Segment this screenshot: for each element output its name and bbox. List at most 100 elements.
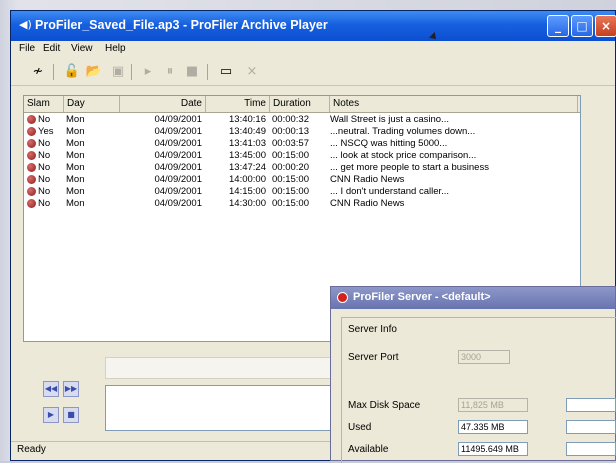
- table-row[interactable]: Yes Mon 04/09/2001 13:40:49 00:00:13 ...neutr…: [24, 126, 580, 138]
- window-title: ProFiler_Saved_File.ap3 - ProFiler Archi…: [35, 18, 328, 32]
- cell-notes: CNN Radio News: [330, 174, 405, 185]
- play-button-icon[interactable]: ▶: [43, 407, 59, 423]
- cell-notes: ...neutral. Trading volumes down...: [330, 126, 476, 137]
- available-extra-field[interactable]: [566, 442, 616, 456]
- cell-time: 14:30:00: [229, 198, 266, 209]
- cell-slam: No: [38, 150, 51, 161]
- table-row[interactable]: No Mon 04/09/2001 14:15:00 00:15:00 ... I don…: [24, 186, 580, 198]
- cell-day: Mon: [66, 162, 85, 173]
- cell-day: Mon: [66, 150, 85, 161]
- used-field: 47.335 MB: [458, 420, 528, 434]
- cell-slam: No: [38, 114, 51, 125]
- column-header-duration[interactable]: Duration: [270, 96, 330, 112]
- available-label: Available: [348, 444, 389, 455]
- menu-help[interactable]: Help: [105, 43, 126, 54]
- server-window: ProFiler Server - <default> Server Info …: [330, 286, 616, 463]
- list-header: Slam Day Date Time Duration Notes: [24, 96, 580, 113]
- used-label: Used: [348, 422, 372, 433]
- stop-button-icon[interactable]: ■: [63, 407, 79, 423]
- cell-date: 04/09/2001: [154, 174, 202, 185]
- cell-day: Mon: [66, 186, 85, 197]
- column-header-date[interactable]: Date: [120, 96, 206, 112]
- save-icon[interactable]: ▣: [109, 63, 127, 81]
- cell-duration: 00:15:00: [272, 198, 309, 209]
- cell-day: Mon: [66, 114, 85, 125]
- notes-textarea[interactable]: [105, 385, 357, 431]
- column-header-slam[interactable]: Slam: [24, 96, 64, 112]
- max-disk-space-field[interactable]: 11,825 MB: [458, 398, 528, 412]
- pause-icon[interactable]: ⏸: [161, 63, 179, 81]
- cell-date: 04/09/2001: [154, 150, 202, 161]
- menu-view[interactable]: View: [71, 43, 93, 54]
- max-disk-extra-field[interactable]: [566, 398, 616, 412]
- server-port-field[interactable]: 3000: [458, 350, 510, 364]
- toolbar-separator: [131, 64, 132, 80]
- cell-day: Mon: [66, 198, 85, 209]
- cell-slam: No: [38, 174, 51, 185]
- cell-date: 04/09/2001: [154, 138, 202, 149]
- cell-notes: Wall Street is just a casino...: [330, 114, 449, 125]
- cell-date: 04/09/2001: [154, 186, 202, 197]
- maximize-button[interactable]: □: [571, 15, 593, 37]
- forward-icon[interactable]: ▶▶: [63, 381, 79, 397]
- cell-day: Mon: [66, 138, 85, 149]
- cell-duration: 00:00:20: [272, 162, 309, 173]
- cell-duration: 00:00:32: [272, 114, 309, 125]
- cell-time: 13:40:16: [229, 114, 266, 125]
- close-icon[interactable]: ×: [243, 63, 261, 81]
- cell-duration: 00:00:13: [272, 126, 309, 137]
- record-icon[interactable]: ▭: [217, 63, 235, 81]
- slam-status-icon: [27, 139, 36, 148]
- table-row[interactable]: No Mon 04/09/2001 13:40:16 00:00:32 Wall Stre…: [24, 114, 580, 126]
- available-field: 11495.649 MB: [458, 442, 528, 456]
- minimize-button[interactable]: _: [547, 15, 569, 37]
- server-window-title: ProFiler Server - <default>: [353, 291, 491, 303]
- stop-icon[interactable]: ■: [183, 63, 201, 81]
- close-button[interactable]: ×: [595, 15, 616, 37]
- cell-day: Mon: [66, 174, 85, 185]
- status-text: Ready: [17, 444, 46, 455]
- server-title-bar[interactable]: ProFiler Server - <default>: [331, 287, 615, 309]
- cell-slam: No: [38, 186, 51, 197]
- cell-duration: 00:03:57: [272, 138, 309, 149]
- table-row[interactable]: No Mon 04/09/2001 13:45:00 00:15:00 ... look …: [24, 150, 580, 162]
- table-row[interactable]: No Mon 04/09/2001 13:47:24 00:00:20 ... get m…: [24, 162, 580, 174]
- server-icon: [337, 292, 348, 303]
- server-info-group: Server Info Server Port 3000 Max Disk Sp…: [341, 317, 616, 463]
- slam-status-icon: [27, 163, 36, 172]
- cell-notes: ... look at stock price comparison...: [330, 150, 477, 161]
- cell-time: 13:47:24: [229, 162, 266, 173]
- table-row[interactable]: No Mon 04/09/2001 13:41:03 00:03:57 ... NSCQ …: [24, 138, 580, 150]
- cell-time: 13:40:49: [229, 126, 266, 137]
- play-icon[interactable]: ▸: [139, 63, 157, 81]
- toolbar: ≁ 🔓 📂 ▣ ▸ ⏸ ■ ▭ ×: [11, 59, 615, 86]
- column-header-notes[interactable]: Notes: [330, 96, 578, 112]
- cell-time: 14:00:00: [229, 174, 266, 185]
- slam-status-icon: [27, 127, 36, 136]
- column-header-time[interactable]: Time: [206, 96, 270, 112]
- cell-time: 13:45:00: [229, 150, 266, 161]
- toolbar-separator: [53, 64, 54, 80]
- open-folder-icon[interactable]: 📂: [85, 63, 103, 81]
- cell-slam: Yes: [38, 126, 54, 137]
- open-lock-icon[interactable]: 🔓: [63, 63, 81, 81]
- cell-date: 04/09/2001: [154, 126, 202, 137]
- cell-notes: ... I don't understand caller...: [330, 186, 450, 197]
- slam-status-icon: [27, 175, 36, 184]
- menu-edit[interactable]: Edit: [43, 43, 60, 54]
- used-extra-field[interactable]: [566, 420, 616, 434]
- table-row[interactable]: No Mon 04/09/2001 14:00:00 00:15:00 CNN Radio…: [24, 174, 580, 186]
- table-row[interactable]: No Mon 04/09/2001 14:30:00 00:15:00 CNN Radio…: [24, 198, 580, 210]
- menu-file[interactable]: File: [19, 43, 35, 54]
- slam-status-icon: [27, 187, 36, 196]
- rewind-icon[interactable]: ◀◀: [43, 381, 59, 397]
- cell-date: 04/09/2001: [154, 198, 202, 209]
- slam-status-icon: [27, 151, 36, 160]
- column-header-day[interactable]: Day: [64, 96, 120, 112]
- cell-date: 04/09/2001: [154, 114, 202, 125]
- cell-date: 04/09/2001: [154, 162, 202, 173]
- title-bar[interactable]: ◀) ProFiler_Saved_File.ap3 - ProFiler Ar…: [11, 11, 616, 41]
- speaker-icon: ◀): [19, 18, 32, 31]
- graph-icon[interactable]: ≁: [29, 63, 47, 81]
- server-info-label: Server Info: [348, 324, 397, 335]
